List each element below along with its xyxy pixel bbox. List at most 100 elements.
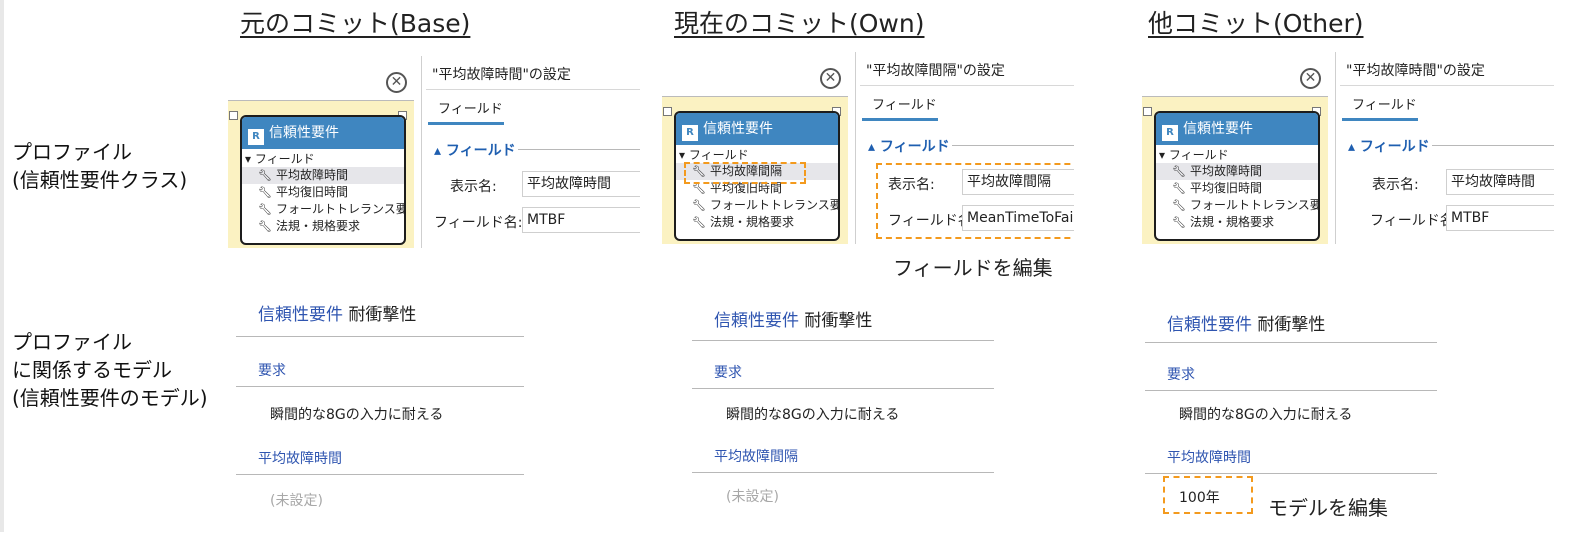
wrench-icon: 🔧︎ [258, 203, 272, 216]
field-name-input[interactable]: MTBF [1446, 205, 1554, 231]
field-settings: "平均故障時間"の設定 フィールド ▴ フィールド 表示名: 平均故障時間 フィ… [426, 56, 640, 248]
display-name-input[interactable]: 平均故障時間 [522, 171, 640, 197]
panel-separator [1335, 52, 1336, 244]
field-item[interactable]: 🔧︎ 法規・規格要求 [676, 214, 838, 231]
field-item[interactable]: 🔧︎ 平均復旧時間 [1156, 180, 1318, 197]
model-title: 信頼性要件 耐衝撃性 [258, 300, 416, 325]
resize-handle[interactable] [229, 111, 238, 120]
class-diagram-area: ✕ R 信頼性要件 ▾ フィールド 🔧︎ 平均故障時間 🔧︎ 平均復旧時間 🔧︎ フォー… [1142, 52, 1328, 244]
settings-title: "平均故障間隔"の設定 [866, 63, 1005, 79]
left-edge-bar [0, 0, 4, 532]
triangle-down-icon[interactable]: ▾ [1159, 148, 1165, 162]
class-header: R 信頼性要件 [676, 113, 838, 145]
edit-highlight [876, 163, 1074, 239]
field-label: 平均故障時間 [275, 168, 348, 182]
wrench-icon: 🔧︎ [1172, 199, 1186, 212]
field-item[interactable]: 🔧︎ 平均復旧時間 [242, 184, 404, 201]
panel-separator [855, 52, 856, 244]
class-name: 信頼性要件 [1183, 121, 1253, 137]
model-requirement-value[interactable]: 瞬間的な8Gの入力に耐える [270, 404, 443, 424]
resize-handle[interactable] [663, 107, 672, 116]
model-section-requirement: 要求 [1167, 367, 1195, 383]
edit-highlight [1163, 476, 1253, 514]
tab-underline [1342, 118, 1418, 121]
model-section-field: 平均故障間隔 [714, 449, 798, 465]
fields-header[interactable]: ▾ フィールド [676, 148, 838, 163]
model-class-link[interactable]: 信頼性要件 [258, 305, 343, 325]
divider [236, 336, 524, 337]
class-r-icon: R [682, 125, 698, 141]
display-name-label: 表示名: [1372, 177, 1419, 193]
close-icon[interactable]: ✕ [820, 68, 841, 89]
triangle-down-icon[interactable]: ▾ [679, 148, 685, 162]
class-element[interactable]: R 信頼性要件 ▾ フィールド 🔧︎ 平均故障時間 🔧︎ 平均復旧時間 🔧︎ フォールト… [240, 115, 406, 245]
divider [1145, 390, 1437, 391]
annotation-field-edit: フィールドを編集 [893, 256, 1053, 280]
field-settings: "平均故障間隔"の設定 フィールド ▴ フィールド 表示名: 平均故障間隔 フィ… [860, 52, 1074, 244]
class-element[interactable]: R 信頼性要件 ▾ フィールド 🔧︎ 平均故障時間 🔧︎ 平均復旧時間 🔧︎ フォールト… [1154, 111, 1320, 241]
tab-fields[interactable]: フィールド [1352, 94, 1417, 113]
section-label: フィールド [1359, 139, 1430, 155]
class-diagram-area: ✕ R 信頼性要件 ▾ フィールド 🔧︎ 平均故障時間 🔧︎ 平均復旧時間 🔧︎ フォー… [228, 56, 414, 248]
model-requirement-value[interactable]: 瞬間的な8Gの入力に耐える [1179, 404, 1352, 424]
column-title-other: 他コミット(Other) [1148, 9, 1364, 38]
model-instance-name: 耐衝撃性 [1257, 315, 1326, 335]
close-icon[interactable]: ✕ [1300, 68, 1321, 89]
field-label: 平均復旧時間 [1189, 181, 1262, 195]
wrench-icon: 🔧︎ [1172, 182, 1186, 195]
fields-header-label: フィールド [254, 152, 315, 166]
close-icon[interactable]: ✕ [386, 72, 407, 93]
field-label: 法規・規格要求 [709, 215, 794, 229]
display-name-input[interactable]: 平均故障時間 [1446, 169, 1554, 195]
section-fields[interactable]: ▴ フィールド [1348, 136, 1430, 156]
field-item[interactable]: 🔧︎ フォールトトレランス要求 [676, 197, 838, 214]
section-fields[interactable]: ▴ フィールド [434, 140, 516, 160]
divider [236, 386, 524, 387]
triangle-down-icon[interactable]: ▾ [245, 152, 251, 166]
model-field-value[interactable]: (未設定) [726, 486, 779, 506]
tab-underline [428, 122, 504, 125]
display-name-label: 表示名: [450, 179, 497, 195]
divider [692, 340, 994, 341]
field-item[interactable]: 🔧︎ 法規・規格要求 [242, 218, 404, 235]
class-header: R 信頼性要件 [242, 117, 404, 149]
field-item[interactable]: 🔧︎ 平均故障時間 [1156, 163, 1318, 180]
model-class-link[interactable]: 信頼性要件 [714, 311, 799, 331]
model-title: 信頼性要件 耐衝撃性 [1167, 310, 1325, 335]
model-field-value[interactable]: (未設定) [270, 490, 323, 510]
field-item[interactable]: 🔧︎ 平均故障時間 [242, 167, 404, 184]
field-item[interactable]: 🔧︎ フォールトトレランス要求 [242, 201, 404, 218]
profile-panel-base: ✕ R 信頼性要件 ▾ フィールド 🔧︎ 平均故障時間 🔧︎ 平均復旧時間 🔧︎ フォー… [228, 56, 640, 248]
field-label: フォールトトレランス要求 [1189, 198, 1320, 212]
wrench-icon: 🔧︎ [258, 169, 272, 182]
model-instance-name: 耐衝撃性 [804, 311, 873, 331]
model-block-base: 信頼性要件 耐衝撃性 要求 瞬間的な8Gの入力に耐える 平均故障時間 (未設定) [236, 300, 526, 540]
resize-handle[interactable] [1143, 107, 1152, 116]
annotation-model-edit: モデルを編集 [1268, 496, 1388, 520]
class-r-icon: R [1162, 125, 1178, 141]
divider [1145, 342, 1437, 343]
section-fields[interactable]: ▴ フィールド [868, 136, 950, 156]
fields-header-label: フィールド [1168, 148, 1229, 162]
column-title-own: 現在のコミット(Own) [674, 9, 925, 38]
tab-fields[interactable]: フィールド [872, 94, 937, 113]
divider [952, 145, 1074, 146]
section-label: フィールド [445, 143, 516, 159]
divider [236, 474, 524, 475]
column-title-base: 元のコミット(Base) [240, 9, 471, 38]
field-item[interactable]: 🔧︎ 法規・規格要求 [1156, 214, 1318, 231]
fields-header[interactable]: ▾ フィールド [242, 152, 404, 167]
wrench-icon: 🔧︎ [258, 220, 272, 233]
model-class-link[interactable]: 信頼性要件 [1167, 315, 1252, 335]
field-item[interactable]: 🔧︎ フォールトトレランス要求 [1156, 197, 1318, 214]
wrench-icon: 🔧︎ [692, 216, 706, 229]
wrench-icon: 🔧︎ [1172, 216, 1186, 229]
fields-header[interactable]: ▾ フィールド [1156, 148, 1318, 163]
model-section-requirement: 要求 [258, 363, 286, 379]
tab-fields[interactable]: フィールド [438, 98, 503, 117]
fields-header-label: フィールド [688, 148, 749, 162]
field-label: フォールトトレランス要求 [709, 198, 840, 212]
field-label: 平均復旧時間 [275, 185, 348, 199]
field-name-input[interactable]: MTBF [522, 207, 640, 233]
model-requirement-value[interactable]: 瞬間的な8Gの入力に耐える [726, 404, 899, 424]
